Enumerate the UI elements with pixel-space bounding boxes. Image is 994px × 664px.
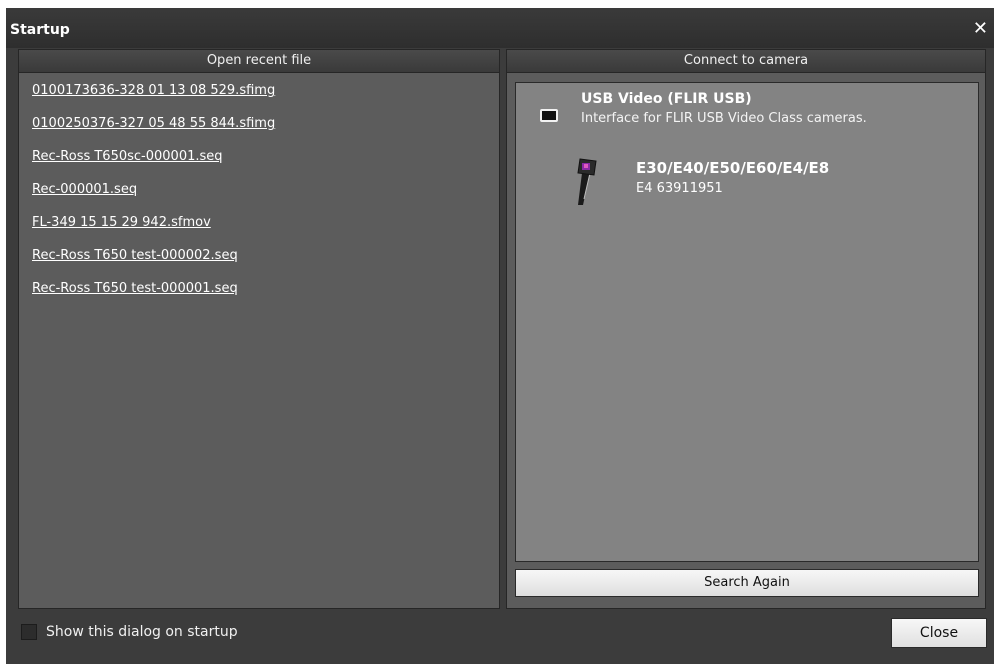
search-again-button[interactable]: Search Again <box>515 569 979 597</box>
recent-file-link[interactable]: Rec-Ross T650 test-000002.seq <box>32 248 238 263</box>
camera-model: E30/E40/E50/E60/E4/E8 <box>636 159 830 177</box>
recent-file-link[interactable]: Rec-000001.seq <box>32 182 137 197</box>
recent-file-link[interactable]: Rec-Ross T650sc-000001.seq <box>32 149 223 164</box>
recent-file-link[interactable]: 0100173636-328 01 13 08 529.sfimg <box>32 83 275 98</box>
camera-device-item[interactable]: E30/E40/E50/E60/E4/E8 E4 63911951 <box>572 151 932 207</box>
interface-title: USB Video (FLIR USB) <box>581 91 752 107</box>
close-button[interactable]: Close <box>891 618 987 648</box>
close-icon[interactable]: ✕ <box>973 18 988 39</box>
camera-header: Connect to camera <box>507 50 985 73</box>
camera-list: USB Video (FLIR USB) Interface for FLIR … <box>515 82 979 562</box>
show-on-startup-label: Show this dialog on startup <box>46 624 238 640</box>
recent-file-link[interactable]: 0100250376-327 05 48 55 844.sfimg <box>32 116 275 131</box>
recent-file-link[interactable]: FL-349 15 15 29 942.sfmov <box>32 215 211 230</box>
recent-files-header: Open recent file <box>19 50 499 73</box>
camera-panel: Connect to camera USB Video (FLIR USB) I… <box>506 49 986 609</box>
interface-description: Interface for FLIR USB Video Class camer… <box>581 111 867 126</box>
thermal-camera-icon <box>577 158 597 205</box>
window-title: Startup <box>10 22 70 38</box>
title-bar: Startup ✕ <box>6 8 994 48</box>
show-on-startup-checkbox[interactable] <box>21 624 37 640</box>
usb-device-icon <box>540 109 558 122</box>
recent-files-panel: Open recent file 0100173636-328 01 13 08… <box>18 49 500 609</box>
recent-file-link[interactable]: Rec-Ross T650 test-000001.seq <box>32 281 238 296</box>
camera-serial: E4 63911951 <box>636 181 723 196</box>
